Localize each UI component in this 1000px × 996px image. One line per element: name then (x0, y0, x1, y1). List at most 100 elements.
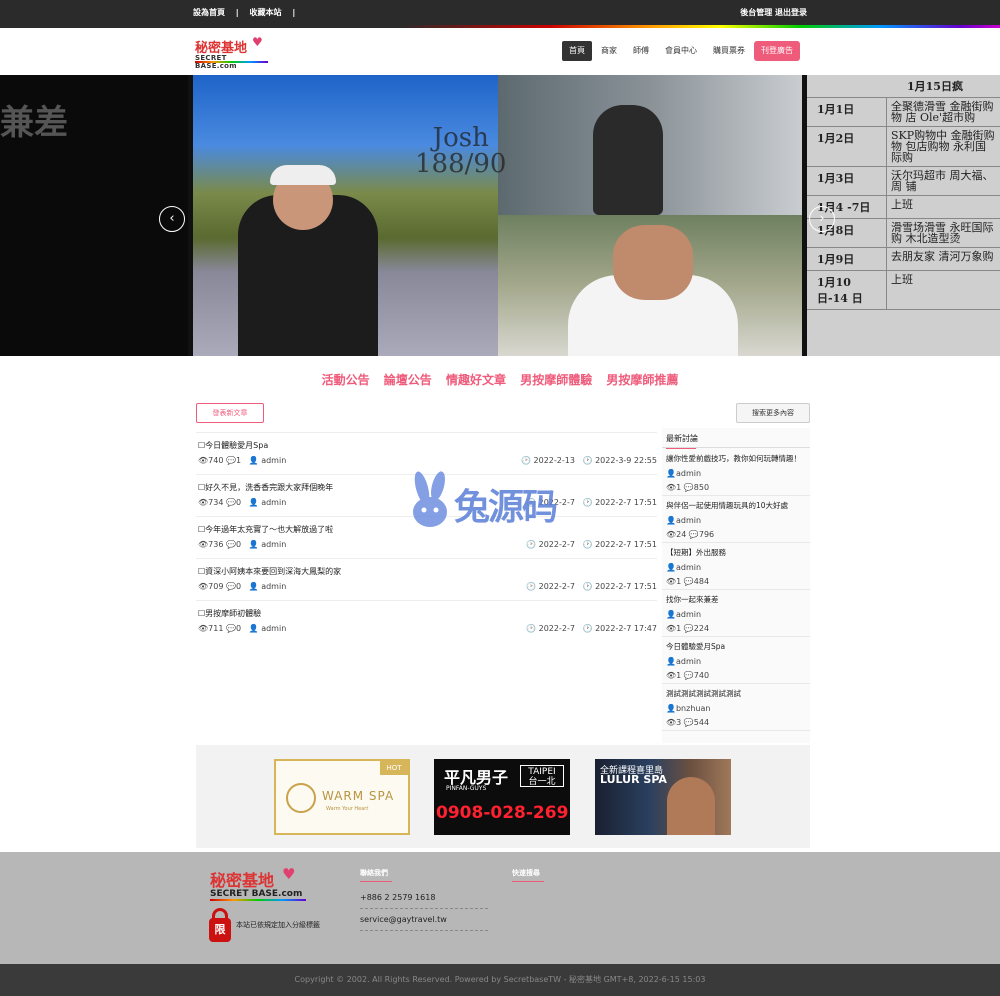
topic-dates: 🕑 2022-2-7 🕑 2022-2-7 17:51 (526, 582, 657, 591)
author-name[interactable]: admin (676, 657, 701, 666)
copyright-bar: Copyright © 2002. All Rights Reserved. P… (0, 964, 1000, 996)
topic-row[interactable]: ☐男按摩師初體驗 👁711 💬0 👤 admin 🕑 2022-2-7 🕑 2022… (196, 600, 657, 642)
bunny-icon (413, 471, 447, 527)
sidebar-item[interactable]: 測試測試測試測試測試 👤bnzhuan 👁3 💬544 (662, 684, 810, 731)
author-name[interactable]: bnzhuan (676, 704, 710, 713)
schedule-row: 1月1日 全聚德滑雪 金融街购物 店 Ole'超市购 (807, 98, 1000, 127)
topic-title-text[interactable]: 今年過年太充實了～也大解放過了啦 (205, 525, 333, 534)
topic-title-text[interactable]: 今日體驗愛月Spa (205, 441, 268, 450)
schedule-date: 1月15日疯 (907, 80, 963, 93)
carousel-slide-current[interactable]: Josh 188/90 (193, 75, 802, 356)
category-link[interactable]: 論壇公告 (384, 373, 432, 387)
sidebar-item[interactable]: 今日體驗愛月Spa 👤admin 👁1 💬740 (662, 637, 810, 684)
clock-icon: 🕑 (582, 624, 593, 633)
sidebar-item-title[interactable]: 測試測試測試測試測試 (666, 688, 806, 699)
heading-underline (512, 881, 544, 882)
view-count: 24 (676, 530, 687, 539)
slide-caption: Josh 188/90 (415, 125, 506, 177)
post-ad-button[interactable]: 刊登廣告 (754, 41, 800, 61)
sidebar-item[interactable]: 讓你性愛前戲技巧，教你如何玩轉情趣！ 👤admin 👁1 💬850 (662, 449, 810, 496)
hot-badge: HOT (380, 761, 408, 775)
author-name[interactable]: admin (676, 516, 701, 525)
topic-title[interactable]: ☐好久不見，洗香香完跟大家拜個晚年 (198, 482, 333, 493)
schedule-text: 沃尔玛超市 周大福、周 铺 (891, 169, 994, 193)
topic-meta: 👁736 💬0 👤 admin (198, 540, 286, 549)
sidebar-item[interactable]: 找你一起來兼差 👤admin 👁1 💬224 (662, 590, 810, 637)
comment-icon: 💬 (225, 456, 236, 465)
contact-phone[interactable]: +886 2 2579 1618 (360, 893, 488, 909)
topic-title-text[interactable]: 好久不見，洗香香完跟大家拜個晚年 (205, 483, 333, 492)
site-header: 秘密基地 SECRET BASE.com ♥ 首頁 商家 師傅 會員中心 購買票… (0, 28, 1000, 75)
comment-icon: 💬 (683, 671, 694, 680)
new-post-button[interactable]: 發表新文章 (196, 403, 264, 423)
site-logo[interactable]: 秘密基地 SECRET BASE.com ♥ (195, 35, 270, 70)
user-icon: 👤 (248, 456, 259, 465)
author-name[interactable]: admin (676, 469, 701, 478)
topic-author[interactable]: admin (261, 498, 286, 507)
topic-meta: 👁734 💬0 👤 admin (198, 498, 286, 507)
clock-icon: 🕑 (526, 540, 537, 549)
contact-email[interactable]: service@gaytravel.tw (360, 915, 488, 931)
topic-row[interactable]: ☐資深小阿姨本來要回到深海大鳳梨的家 👁709 💬0 👤 admin 🕑 2022-… (196, 558, 657, 600)
sidebar-item-stats: 👁1 💬224 (666, 624, 806, 633)
topic-title[interactable]: ☐今日體驗愛月Spa (198, 440, 268, 451)
category-link[interactable]: 男按摩師推薦 (606, 373, 678, 387)
comment-icon: 💬 (225, 624, 236, 633)
category-link[interactable]: 活動公告 (322, 373, 370, 387)
search-more-button[interactable]: 搜索更多內容 (736, 403, 810, 423)
category-link[interactable]: 男按摩師體驗 (520, 373, 592, 387)
nav-home[interactable]: 首頁 (562, 41, 592, 61)
topic-title[interactable]: ☐今年過年太充實了～也大解放過了啦 (198, 524, 333, 535)
reply-count: 0 (235, 624, 242, 633)
nav-masters[interactable]: 師傅 (626, 41, 656, 61)
author-name[interactable]: admin (676, 563, 701, 572)
category-link[interactable]: 情趣好文章 (446, 373, 506, 387)
sidebar-item-title[interactable]: 找你一起來兼差 (666, 594, 806, 605)
carousel-prev-button[interactable]: ‹ (159, 206, 185, 232)
topic-meta: 👁740 💬1 👤 admin (198, 456, 286, 465)
ad-subtitle: PINFAN-GUYS (446, 785, 487, 792)
sidebar-item-stats: 👁1 💬740 (666, 671, 806, 680)
bookmark-link[interactable]: 收藏本站 (250, 8, 282, 17)
ad-title: WARM SPA (322, 789, 395, 803)
carousel-slide-next[interactable]: 1月15日疯 1月1日 全聚德滑雪 金融街购物 店 Ole'超市购 1月2日 SKP购物… (807, 75, 1000, 356)
separator: | (292, 8, 296, 17)
topic-row[interactable]: ☐今日體驗愛月Spa 👁740 💬1 👤 admin 🕑 2022-2-13 🕑 2… (196, 432, 657, 474)
user-icon: 👤 (666, 657, 676, 666)
heart-icon: ♥ (252, 35, 263, 49)
topic-author[interactable]: admin (261, 624, 286, 633)
ad-pinfan-guys[interactable]: 平凡男子 PINFAN-GUYS TAIPEI 台一北 0908-028-269 (434, 759, 570, 835)
nav-member-center[interactable]: 會員中心 (658, 41, 704, 61)
carousel-next-button[interactable]: › (809, 206, 835, 232)
topic-dates: 🕑 2022-2-7 🕑 2022-2-7 17:47 (526, 624, 657, 633)
ad-warm-spa[interactable]: WARM SPA Warm Your Heart HOT (274, 759, 410, 835)
topic-author[interactable]: admin (261, 540, 286, 549)
nav-buy-tickets[interactable]: 購買票券 (706, 41, 752, 61)
sidebar-item-title[interactable]: 與伴侶一起使用情趣玩具的10大好處 (666, 500, 806, 511)
sidebar-item[interactable]: 【短期】外出服務 👤admin 👁1 💬484 (662, 543, 810, 590)
topic-title[interactable]: ☐資深小阿姨本來要回到深海大鳳梨的家 (198, 566, 341, 577)
sidebar-item-title[interactable]: 【短期】外出服務 (666, 547, 806, 558)
logout-link[interactable]: 退出登录 (775, 8, 807, 17)
footer-logo[interactable]: 秘密基地 SECRET BASE.com ♥ (210, 865, 306, 901)
topic-title-text[interactable]: 資深小阿姨本來要回到深海大鳳梨的家 (205, 567, 341, 576)
schedule-date: 1月3日 (807, 167, 887, 195)
sidebar-item[interactable]: 與伴侶一起使用情趣玩具的10大好處 👤admin 👁24 💬796 (662, 496, 810, 543)
sidebar-item-title[interactable]: 今日體驗愛月Spa (666, 641, 806, 652)
nav-merchants[interactable]: 商家 (594, 41, 624, 61)
topic-title-text[interactable]: 男按摩師初體驗 (205, 609, 261, 618)
admin-link[interactable]: 後台管理 (740, 8, 772, 17)
topic-author[interactable]: admin (261, 582, 286, 591)
topic-author[interactable]: admin (261, 456, 286, 465)
clock-icon: 🕑 (526, 624, 537, 633)
ad-lulur-spa[interactable]: 全新課程喜里島 LULUR SPA (595, 759, 731, 835)
set-home-link[interactable]: 設為首頁 (193, 8, 225, 17)
sidebar-item-title[interactable]: 讓你性愛前戲技巧，教你如何玩轉情趣！ (666, 453, 806, 464)
comment-icon: 💬 (683, 483, 694, 492)
schedule-date: 1月9日 (807, 248, 887, 270)
slide-photo-1 (193, 75, 498, 356)
top-bar: 設為首頁 | 收藏本站 | 後台管理 退出登录 (0, 0, 1000, 26)
user-icon: 👤 (248, 582, 259, 591)
topic-title[interactable]: ☐男按摩師初體驗 (198, 608, 261, 619)
author-name[interactable]: admin (676, 610, 701, 619)
